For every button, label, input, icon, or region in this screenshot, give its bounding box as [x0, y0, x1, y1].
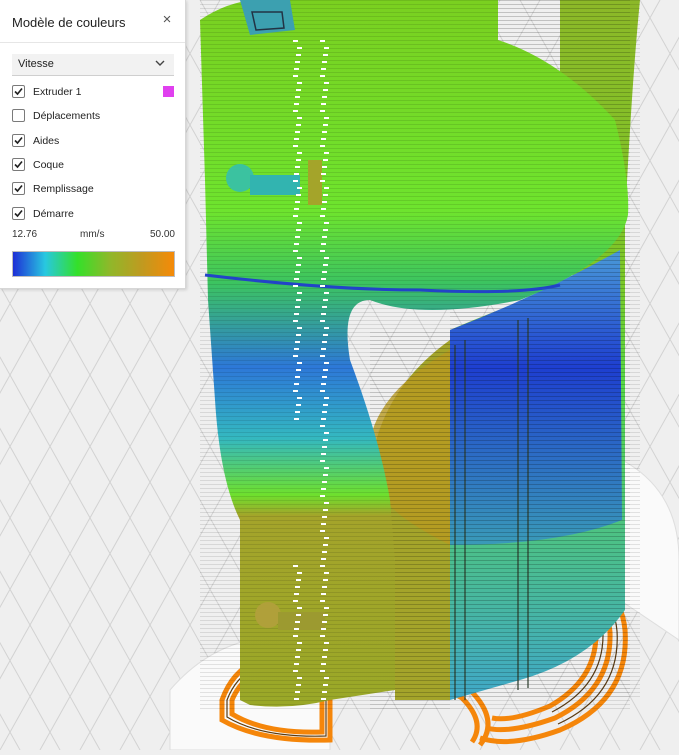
checkbox[interactable]	[12, 109, 25, 122]
toggle-label: Remplissage	[33, 183, 94, 195]
speed-gradient-legend	[12, 251, 175, 277]
checkmark-icon	[14, 136, 23, 145]
toggle-label: Aides	[33, 135, 60, 147]
color-scheme-dropdown[interactable]: Vitesse	[12, 54, 174, 76]
range-min: 12.76	[12, 229, 38, 240]
range-max: 50.00	[149, 229, 175, 240]
checkbox[interactable]	[12, 158, 25, 171]
toggle-extruder-1[interactable]: Extruder 1	[12, 84, 178, 100]
chevron-down-icon	[155, 60, 165, 66]
toggle-label: Démarre	[33, 208, 74, 220]
speed-range: 12.76 mm/s 50.00	[12, 229, 175, 243]
toggle-starts[interactable]: Démarre	[12, 206, 178, 222]
checkbox[interactable]	[12, 134, 25, 147]
toggle-label: Déplacements	[33, 110, 101, 122]
checkbox[interactable]	[12, 207, 25, 220]
panel-title: Modèle de couleurs	[12, 15, 126, 30]
panel-header: Modèle de couleurs ×	[0, 0, 185, 43]
toggle-travels[interactable]: Déplacements	[12, 108, 178, 124]
checkmark-icon	[14, 160, 23, 169]
checkmark-icon	[14, 209, 23, 218]
toggle-label: Coque	[33, 159, 64, 171]
left-tower	[200, 0, 630, 710]
dropdown-selected-value: Vitesse	[18, 58, 54, 70]
toggle-infill[interactable]: Remplissage	[12, 181, 178, 197]
toggle-shell[interactable]: Coque	[12, 157, 178, 173]
range-unit: mm/s	[80, 229, 105, 240]
toggle-helpers[interactable]: Aides	[12, 133, 178, 149]
checkbox[interactable]	[12, 85, 25, 98]
checkmark-icon	[14, 184, 23, 193]
color-scheme-panel: Modèle de couleurs × Vitesse Extruder 1 …	[0, 0, 186, 289]
extruder-color-swatch	[163, 86, 174, 97]
checkmark-icon	[14, 87, 23, 96]
checkbox[interactable]	[12, 182, 25, 195]
close-button[interactable]: ×	[159, 12, 175, 28]
toggle-label: Extruder 1	[33, 86, 82, 98]
